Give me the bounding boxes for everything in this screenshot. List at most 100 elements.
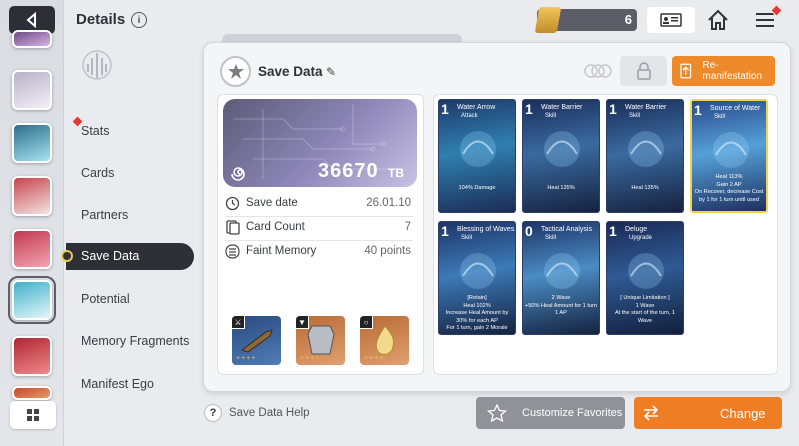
card-art [460, 131, 496, 167]
selected-indicator-icon [61, 250, 73, 262]
equipment-slot-armor[interactable]: ▼ ++++ [296, 316, 345, 365]
tb-unit: TB [388, 166, 404, 180]
save-data-title: Save Data [258, 64, 323, 79]
stat-row-card-count: Card Count 7 [225, 217, 415, 239]
re-manifestation-label: Re-manifestation [702, 60, 762, 82]
lock-icon [636, 62, 651, 80]
deck-card[interactable]: 1 Source of Water Skill Heal 113% Gain 2 AP… [690, 99, 768, 213]
stat-row-faint-memory: Faint Memory 40 points [225, 241, 415, 263]
card-type: Upgrade [629, 235, 653, 241]
info-icon[interactable]: i [131, 12, 147, 28]
card-description: [ Unique Limitation ] 1 Wave At the star… [614, 295, 675, 324]
character-portrait-selected[interactable] [8, 276, 56, 324]
character-strip [0, 0, 64, 446]
star-badge-icon [227, 63, 244, 79]
card-name: Blessing of Waves [457, 226, 515, 233]
character-portrait[interactable] [12, 70, 52, 110]
weapon-image [240, 329, 273, 353]
save-data-emblem [220, 56, 251, 87]
home-icon[interactable] [706, 8, 730, 32]
resource-count: 6 [624, 12, 632, 27]
equipment-stars: ++++ [236, 355, 257, 362]
stat-label: Faint Memory [246, 245, 317, 257]
card-art [628, 131, 664, 167]
nav-item-stats[interactable]: Stats [81, 124, 110, 138]
lock-button[interactable] [620, 56, 667, 86]
stat-value: 40 points [364, 245, 411, 257]
nav-item-memory-fragments[interactable]: Memory Fragments [81, 334, 189, 348]
swap-arrows-icon [643, 405, 659, 421]
character-portrait[interactable] [12, 30, 52, 48]
nav-item-cards[interactable]: Cards [81, 166, 114, 180]
card-description: 2 Wave +50% Heal Amount for 1 turn 1 AP [525, 295, 597, 316]
customize-favorites-button[interactable]: Customize Favorites [476, 397, 625, 429]
stat-label: Save date [246, 197, 298, 209]
equipment-slot-weapon[interactable]: ⚔ ++++ [232, 316, 281, 365]
card-cost: 1 [609, 223, 617, 239]
deck-card[interactable]: 1 Blessing of Waves Skill [Retain] Heal 102… [438, 221, 516, 335]
card-cost: 0 [525, 223, 533, 239]
deck-card[interactable]: 1 Deluge Upgrade [ Unique Limitation ] 1 Wa… [606, 221, 684, 335]
edit-pen-icon[interactable]: ✎ [326, 65, 336, 79]
stat-label: Card Count [246, 221, 305, 233]
nav-item-partners[interactable]: Partners [81, 208, 128, 222]
save-data-help-link[interactable]: Save Data Help [229, 407, 310, 419]
accessory-image [375, 325, 395, 355]
card-name: Source of Water [710, 105, 761, 112]
swirl-icon [231, 167, 245, 181]
card-name: Water Barrier [625, 104, 667, 111]
card-name: Tactical Analysis [541, 226, 592, 233]
nav-item-save-data-label: Save Data [81, 249, 140, 263]
emblem-icon [82, 50, 112, 80]
character-portrait[interactable] [12, 229, 52, 269]
card-cost: 1 [694, 102, 702, 118]
profile-card-button[interactable] [647, 7, 695, 33]
grid-view-button[interactable] [10, 401, 56, 429]
clock-icon [225, 196, 240, 211]
stat-value: 26.01.10 [366, 197, 411, 209]
armor-image [307, 325, 335, 355]
deck-card[interactable]: 1 Water Arrow Attack 104% Damage [438, 99, 516, 213]
card-icon [226, 220, 240, 235]
nav-item-manifest-ego[interactable]: Manifest Ego [81, 377, 154, 391]
deck-card[interactable]: 0 Tactical Analysis Skill 2 Wave +50% Heal … [522, 221, 600, 335]
card-art [544, 131, 580, 167]
card-art [713, 132, 749, 168]
deck-card[interactable]: 1 Water Barrier Skill Heal 135% [522, 99, 600, 213]
card-type: Skill [461, 235, 473, 241]
character-portrait[interactable] [12, 336, 52, 376]
card-type: Skill [629, 113, 641, 119]
memory-icon [225, 244, 240, 259]
page-title: Details [76, 11, 126, 28]
character-portrait[interactable] [12, 176, 52, 216]
card-art [460, 253, 496, 289]
card-type: Skill [714, 114, 726, 120]
character-portrait[interactable] [12, 386, 52, 400]
card-description: [Retain] Heal 102% Increase Heal Amount … [445, 295, 509, 331]
card-description: 104% Damage [458, 185, 496, 191]
stat-row-save-date: Save date 26.01.10 [225, 193, 415, 215]
change-button[interactable]: Change [634, 397, 782, 429]
re-manifestation-button[interactable]: Re-manifestation [672, 56, 775, 86]
resource-icon [534, 7, 562, 33]
nav-item-potential[interactable]: Potential [81, 292, 130, 306]
card-type: Skill [545, 113, 557, 119]
card-description: Heal 113% Gain 2 AP On Recover, decrease… [694, 174, 764, 203]
card-cost: 1 [525, 101, 533, 117]
customize-favorites-label: Customize Favorites [522, 407, 623, 419]
change-label: Change [720, 405, 766, 421]
equipment-slot-accessory[interactable]: ○ ++++ [360, 316, 409, 365]
character-portrait[interactable] [12, 123, 52, 163]
card-cost: 1 [609, 101, 617, 117]
card-description: Heal 135% [547, 185, 575, 191]
stat-value: 7 [404, 221, 411, 233]
deck-card[interactable]: 1 Water Barrier Skill Heal 135% [606, 99, 684, 213]
help-icon[interactable]: ? [204, 404, 222, 422]
back-arrow-icon [26, 12, 36, 28]
card-cost: 1 [441, 223, 449, 239]
card-description: Heal 135% [631, 185, 659, 191]
card-type: Attack [461, 113, 478, 119]
equipment-stars: ++++ [364, 355, 385, 362]
card-name: Water Barrier [541, 104, 583, 111]
card-name: Water Arrow [457, 104, 496, 111]
